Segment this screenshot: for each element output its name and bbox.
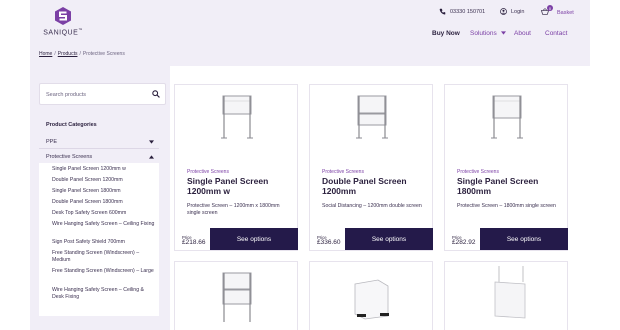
basket-link[interactable]: 0 Basket: [541, 5, 574, 17]
breadcrumb: Home / Products / Protective Screens: [39, 51, 125, 57]
product-card[interactable]: [444, 261, 568, 330]
double-panel-screen-icon: [356, 95, 388, 139]
single-panel-screen-icon: [491, 95, 523, 139]
basket-label: Basket: [557, 9, 574, 16]
nav-solutions-label: Solutions: [470, 30, 497, 37]
divider: [39, 148, 159, 149]
chevron-down-icon: [149, 140, 154, 144]
subcategory-item[interactable]: Single Panel Screen 1800mm: [52, 188, 157, 195]
login-link[interactable]: Login: [500, 8, 524, 15]
wire-hanging-screen-icon: [494, 266, 526, 319]
brand-name: SANIQUE™: [43, 27, 83, 37]
breadcrumb-current: Protective Screens: [82, 51, 125, 57]
page: SANIQUE™ 03330 150701 Login 0 Basket Buy…: [0, 0, 620, 330]
search-box: [39, 83, 166, 105]
product-card[interactable]: [309, 261, 433, 330]
nav-about[interactable]: About: [514, 30, 531, 37]
desk-top-safety-screen-icon: [354, 279, 389, 320]
product-price: £218.66: [182, 239, 206, 246]
subcategory-item[interactable]: Free Standing Screen (Windscreen) – Larg…: [52, 268, 157, 275]
category-ppe[interactable]: PPE: [39, 136, 159, 148]
product-description: Protective Screen – 1800mm single screen: [457, 203, 556, 209]
product-card[interactable]: Protective Screens Single Panel Screen 1…: [174, 84, 298, 251]
login-label: Login: [511, 8, 525, 15]
see-options-button[interactable]: See options: [345, 228, 433, 250]
product-description: Social Distancing – 1200mm double screen: [322, 203, 422, 209]
product-category: Protective Screens: [322, 169, 364, 175]
see-options-button[interactable]: See options: [210, 228, 298, 250]
subcategory-item[interactable]: Desk Top Safety Screen 600mm: [52, 210, 157, 217]
subcategory-item[interactable]: Sign Post Safety Shield 700mm: [52, 239, 157, 246]
product-category: Protective Screens: [187, 169, 229, 175]
phone-link[interactable]: 03330 150701: [439, 8, 485, 15]
categories-heading: Product Categories: [46, 122, 97, 128]
search-input[interactable]: [46, 89, 146, 100]
product-card[interactable]: [174, 261, 298, 330]
nav-buy-now[interactable]: Buy Now: [432, 30, 460, 37]
single-panel-screen-icon: [221, 95, 253, 139]
product-price: £282.92: [452, 239, 476, 246]
product-price: £336.60: [317, 239, 341, 246]
nav-solutions[interactable]: Solutions: [470, 30, 506, 37]
product-title[interactable]: Single Panel Screen 1200mm w: [187, 176, 291, 196]
subcategory-item[interactable]: Double Panel Screen 1800mm: [52, 199, 157, 206]
see-options-button[interactable]: See options: [480, 228, 568, 250]
double-panel-screen-icon: [222, 272, 252, 322]
subcategory-item[interactable]: Free Standing Screen (Windscreen) – Medi…: [52, 250, 157, 264]
product-title[interactable]: Double Panel Screen 1200mm: [322, 176, 426, 196]
category-protective-label: Protective Screens: [46, 154, 93, 160]
brand-logo[interactable]: SANIQUE™: [40, 6, 86, 36]
chevron-down-icon: [500, 31, 506, 35]
product-category: Protective Screens: [457, 169, 499, 175]
category-protective-screens[interactable]: Protective Screens: [39, 151, 159, 163]
breadcrumb-products[interactable]: Products: [58, 51, 78, 57]
basket-count-badge: 0: [547, 5, 553, 11]
category-ppe-label: PPE: [46, 139, 58, 145]
subcategory-item[interactable]: Single Panel Screen 1200mm w: [52, 166, 157, 173]
phone-icon: [439, 8, 446, 15]
chevron-up-icon: [149, 155, 154, 159]
product-card[interactable]: Protective Screens Single Panel Screen 1…: [444, 84, 568, 251]
phone-number: 03330 150701: [450, 8, 486, 15]
product-title[interactable]: Single Panel Screen 1800mm: [457, 176, 561, 196]
subcategory-list: Single Panel Screen 1200mm w Double Pane…: [39, 163, 159, 316]
breadcrumb-home[interactable]: Home: [39, 51, 52, 57]
search-icon[interactable]: [152, 90, 160, 98]
user-icon: [500, 8, 507, 15]
subcategory-item[interactable]: Wire Hanging Safety Screen – Ceiling Fix…: [52, 221, 157, 228]
subcategory-item[interactable]: Double Panel Screen 1200mm: [52, 177, 157, 184]
nav-contact[interactable]: Contact: [545, 30, 567, 37]
product-description: Protective Screen – 1200mm x 1800mm sing…: [187, 203, 280, 216]
product-card[interactable]: Protective Screens Double Panel Screen 1…: [309, 84, 433, 251]
subcategory-item[interactable]: Wire Hanging Safety Screen – Ceiling & D…: [52, 287, 157, 301]
logo-mark-icon: [55, 7, 71, 25]
